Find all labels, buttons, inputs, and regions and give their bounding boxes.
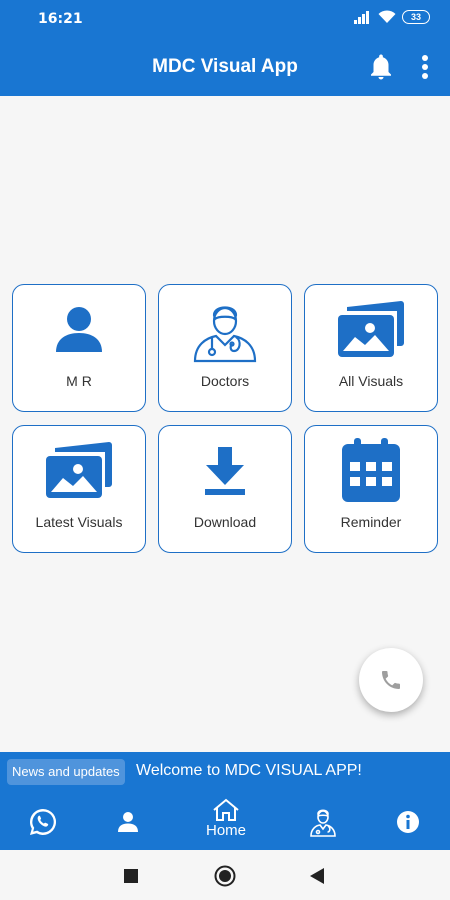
tile-all-visuals-icon-wrap xyxy=(305,295,437,365)
tile-latest-visuals[interactable]: Latest Visuals xyxy=(12,425,146,553)
home-icon xyxy=(213,798,239,821)
bottom-nav: Home xyxy=(0,792,450,850)
call-button[interactable] xyxy=(359,648,423,712)
nav-profile[interactable] xyxy=(113,800,143,844)
tile-download-icon-wrap xyxy=(159,436,291,506)
tile-doctors-label: Doctors xyxy=(200,373,250,389)
status-bar: 16:21 33 xyxy=(0,0,450,36)
recents-icon[interactable] xyxy=(124,869,138,883)
tile-reminder[interactable]: Reminder xyxy=(304,425,438,553)
tile-reminder-icon-wrap xyxy=(305,436,437,506)
bell-icon[interactable] xyxy=(366,52,396,82)
phone-icon xyxy=(382,671,400,689)
wifi-icon xyxy=(378,10,396,23)
images-icon xyxy=(46,442,112,498)
nav-home-label: Home xyxy=(205,821,246,839)
tile-latest-visuals-label: Latest Visuals xyxy=(35,514,123,530)
nav-whatsapp[interactable] xyxy=(26,800,60,844)
tile-all-visuals[interactable]: All Visuals xyxy=(304,284,438,412)
nav-home[interactable]: Home xyxy=(196,796,256,840)
nav-doctor[interactable] xyxy=(307,800,339,844)
images-icon xyxy=(338,301,404,357)
status-icons: 33 xyxy=(354,10,430,24)
back-icon[interactable] xyxy=(310,868,324,884)
home-button-icon[interactable] xyxy=(214,865,236,887)
tile-mr-label: M R xyxy=(66,373,92,389)
signal-icon xyxy=(354,11,369,24)
tile-mr[interactable]: M R xyxy=(12,284,146,412)
tile-download-label: Download xyxy=(193,514,257,530)
tile-doctors[interactable]: Doctors xyxy=(158,284,292,412)
battery-icon: 33 xyxy=(402,10,430,24)
news-message: Welcome to MDC VISUAL APP! xyxy=(136,762,362,779)
calendar-icon xyxy=(342,438,400,502)
news-bar: News and updates Welcome to MDC VISUAL A… xyxy=(0,752,450,792)
battery-level: 33 xyxy=(410,12,421,22)
system-nav-bar xyxy=(0,850,450,900)
tile-reminder-label: Reminder xyxy=(340,514,402,530)
doctor-icon xyxy=(310,809,336,837)
person-icon xyxy=(56,307,102,352)
more-options-icon[interactable] xyxy=(414,52,436,82)
app-bar: MDC Visual App xyxy=(0,36,450,96)
info-icon xyxy=(397,811,419,833)
status-time: 16:21 xyxy=(38,11,83,27)
tile-latest-visuals-icon-wrap xyxy=(13,436,145,506)
download-icon xyxy=(205,447,245,495)
whatsapp-icon xyxy=(29,809,57,835)
tile-download[interactable]: Download xyxy=(158,425,292,553)
tile-mr-icon-wrap xyxy=(13,295,145,365)
tile-all-visuals-label: All Visuals xyxy=(338,373,404,389)
nav-info[interactable] xyxy=(394,800,422,844)
doctor-icon xyxy=(193,306,257,363)
news-chip[interactable]: News and updates xyxy=(7,759,125,785)
person-icon xyxy=(118,812,138,832)
tile-doctors-icon-wrap xyxy=(159,295,291,365)
